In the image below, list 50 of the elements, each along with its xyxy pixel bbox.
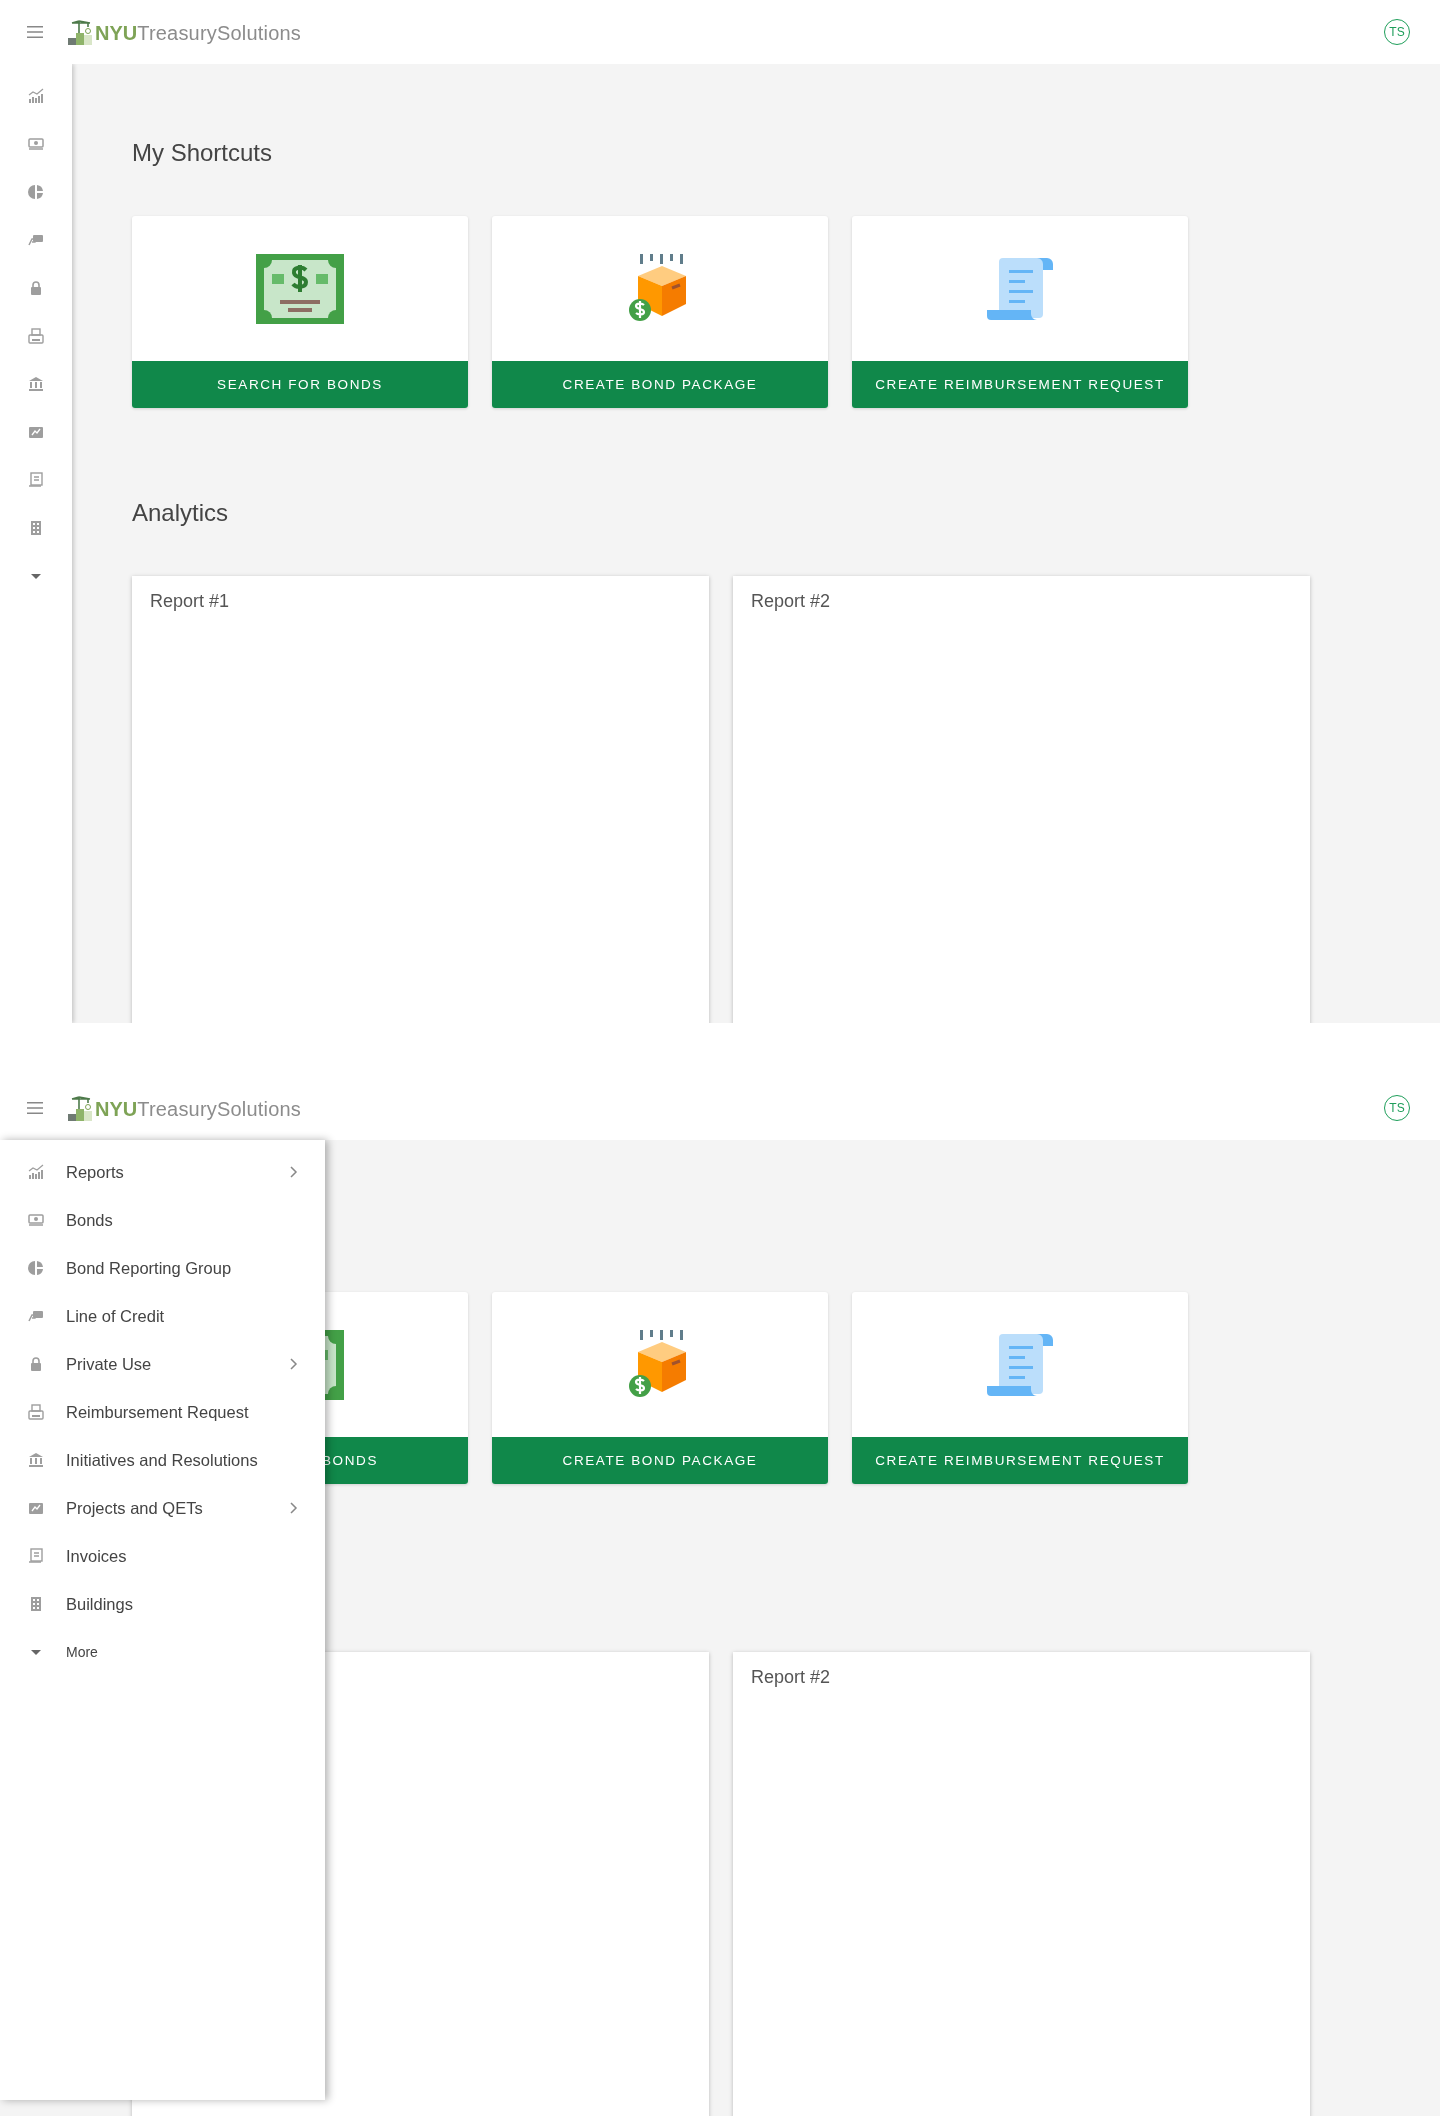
logo-brand: NYU <box>95 21 138 45</box>
nav-item[interactable]: Reports <box>0 1148 325 1196</box>
chart-icon <box>28 1164 44 1180</box>
logo-brand: NYU <box>95 1097 138 1121</box>
shortcut-button[interactable]: CREATE BOND PACKAGE <box>492 1437 828 1484</box>
report-title: Report #2 <box>750 590 832 613</box>
building-icon <box>28 1596 44 1612</box>
trend-icon <box>28 424 44 440</box>
scroll-icon <box>987 255 1053 322</box>
pie-chart-icon <box>28 1260 44 1276</box>
bank-icon <box>28 1452 44 1468</box>
nav-item[interactable]: Invoices <box>0 1532 325 1580</box>
chart-icon <box>28 88 44 104</box>
nav-item[interactable]: Bonds <box>0 1196 325 1244</box>
card-icon <box>28 1308 44 1324</box>
report-title: Report #1 <box>149 590 231 613</box>
card-icon <box>28 232 44 248</box>
logo-text: TreasurySolutions <box>137 21 302 45</box>
nav-item[interactable]: Reimbursement Request <box>0 1388 325 1436</box>
shortcut-button[interactable]: SEARCH FOR BONDS <box>132 361 468 408</box>
building-icon <box>28 520 44 536</box>
shortcut-button[interactable]: CREATE REIMBURSEMENT REQUEST <box>852 1437 1188 1484</box>
banknote-icon <box>28 136 44 152</box>
nav-item[interactable]: Buildings <box>0 1580 325 1628</box>
pie-chart-icon <box>28 184 44 200</box>
lock-icon <box>28 280 44 296</box>
printer-icon <box>28 1404 44 1420</box>
scroll-icon <box>987 1331 1053 1398</box>
nav-item[interactable]: Line of Credit <box>0 1292 325 1340</box>
nav-item[interactable]: Bond Reporting Group <box>0 1244 325 1292</box>
trend-icon <box>28 1500 44 1516</box>
logo-text: TreasurySolutions <box>137 1097 302 1121</box>
shortcut-button[interactable]: CREATE REIMBURSEMENT REQUEST <box>852 361 1188 408</box>
section-heading: My Shortcuts <box>132 138 274 168</box>
document-icon <box>28 472 44 488</box>
banknote-icon <box>256 253 344 324</box>
nav-item[interactable]: Projects and QETs <box>0 1484 325 1532</box>
banknote-icon <box>28 1212 44 1228</box>
shortcut-button[interactable]: CREATE BOND PACKAGE <box>492 361 828 408</box>
printer-icon <box>28 328 44 344</box>
report-title: Report #2 <box>750 1666 832 1689</box>
document-icon <box>28 1548 44 1564</box>
section-heading: Analytics <box>132 498 230 528</box>
nav-item[interactable]: More <box>0 1628 325 1676</box>
logo-icon <box>68 1095 94 1121</box>
bank-icon <box>28 376 44 392</box>
nav-item[interactable]: Private Use <box>0 1340 325 1388</box>
logo-icon <box>68 19 94 45</box>
nav-item[interactable]: Initiatives and Resolutions <box>0 1436 325 1484</box>
lock-icon <box>28 1356 44 1372</box>
